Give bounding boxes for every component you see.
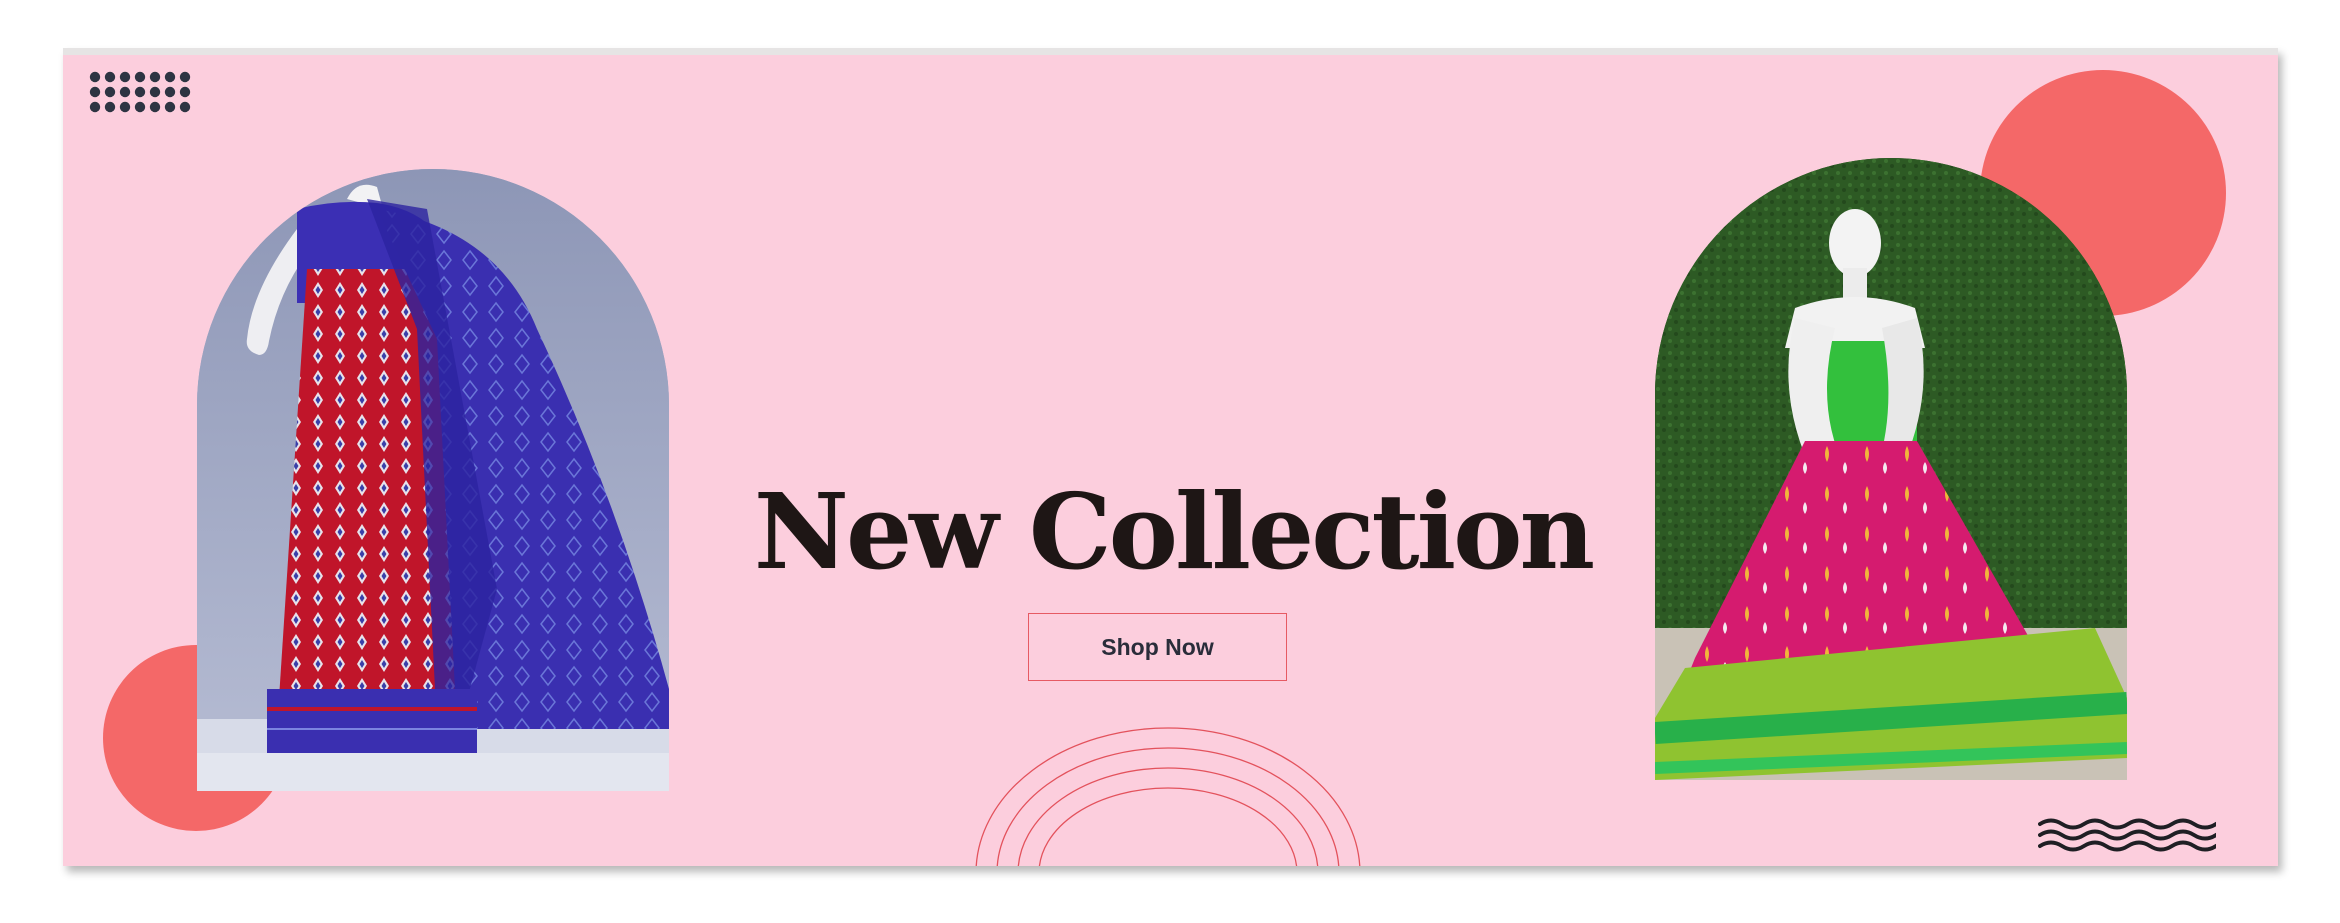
wave-lines-icon [2038, 818, 2216, 852]
dot-grid-icon [89, 71, 191, 113]
rainbow-arcs [975, 727, 1361, 866]
shop-now-button[interactable]: Shop Now [1028, 613, 1287, 681]
lehenga-product-image[interactable] [1655, 158, 2127, 780]
collection-title: New Collection [723, 467, 1623, 597]
saree-product-image[interactable] [197, 169, 669, 791]
promo-banner: New Collection Shop Now [63, 48, 2278, 866]
title-text: New Collection [753, 470, 1595, 593]
